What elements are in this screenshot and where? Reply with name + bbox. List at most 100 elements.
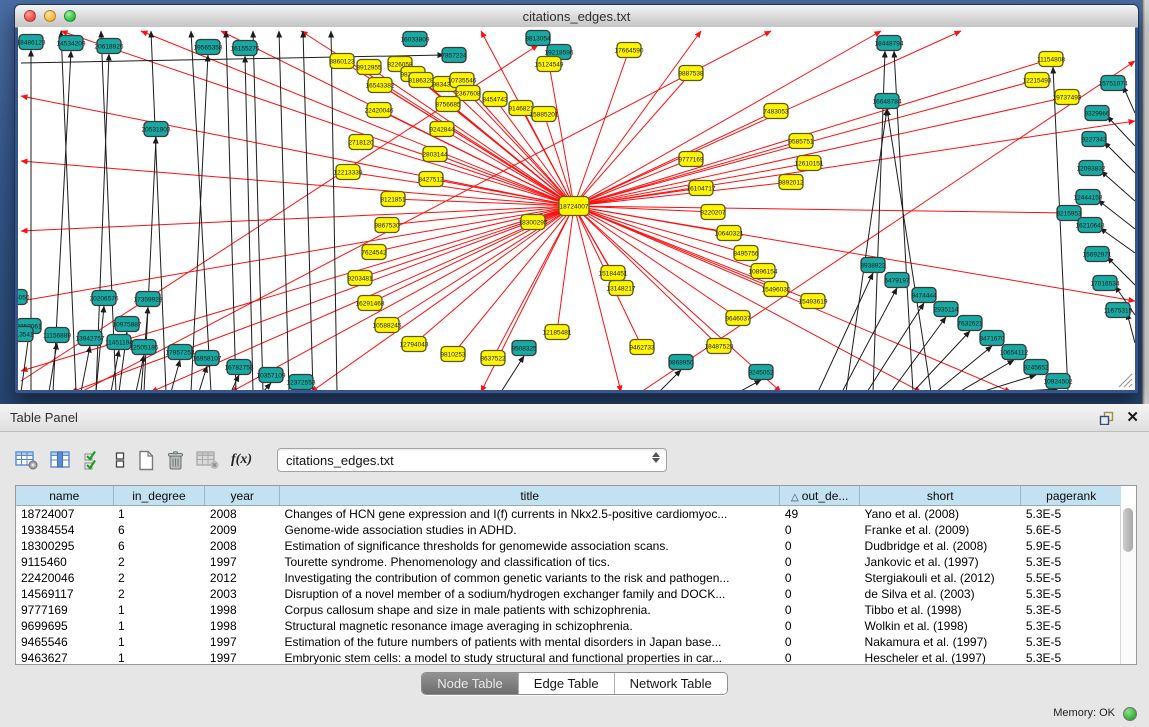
network-node[interactable]: 2803144 bbox=[422, 147, 448, 162]
table-cell[interactable]: 2003 bbox=[205, 586, 280, 602]
tab-edge-table[interactable]: Edge Table bbox=[519, 673, 615, 694]
column-header-name[interactable]: name bbox=[16, 486, 113, 506]
network-node[interactable]: 8938923 bbox=[860, 258, 886, 273]
table-cell[interactable]: Estimation of the future numbers of pati… bbox=[279, 634, 779, 650]
network-node[interactable]: 15496030 bbox=[762, 282, 791, 297]
network-node[interactable]: 9474444 bbox=[911, 288, 937, 303]
table-row[interactable]: 977716911998Corpus callosum shape and si… bbox=[16, 602, 1121, 618]
network-node[interactable]: 9887538 bbox=[678, 66, 704, 81]
table-cell[interactable]: Franke et al. (2009) bbox=[860, 522, 1021, 538]
table-selector-combobox[interactable]: citations_edges.txt bbox=[277, 448, 667, 472]
column-header-year[interactable]: year bbox=[205, 486, 280, 506]
table-cell[interactable]: 18300295 bbox=[16, 538, 113, 554]
network-node[interactable]: 12444158 bbox=[1074, 190, 1103, 205]
new-table-icon[interactable] bbox=[137, 450, 155, 471]
table-row[interactable]: 2242004622012Investigating the contribut… bbox=[16, 570, 1121, 586]
network-node[interactable]: 14534209 bbox=[57, 36, 86, 51]
table-cell[interactable]: 9463627 bbox=[16, 650, 113, 665]
network-node[interactable]: 9892012 bbox=[778, 175, 804, 190]
table-cell[interactable]: 1997 bbox=[205, 554, 280, 570]
network-node[interactable]: 19737493 bbox=[1053, 90, 1082, 105]
network-graph[interactable]: 1848612314534209206189261956535816155275… bbox=[18, 27, 1135, 390]
network-node[interactable]: 18448794 bbox=[875, 36, 904, 51]
network-node[interactable]: 15184451 bbox=[599, 266, 628, 281]
table-cell[interactable]: Investigating the contribution of common… bbox=[279, 570, 779, 586]
column-header-pagerank[interactable]: pagerank bbox=[1021, 486, 1121, 506]
table-cell[interactable]: 2 bbox=[113, 554, 205, 570]
network-node[interactable]: 12505185 bbox=[130, 340, 159, 355]
network-node[interactable]: 11154808 bbox=[1037, 52, 1065, 67]
table-cell[interactable]: 0 bbox=[780, 554, 860, 570]
network-node[interactable]: 15751074 bbox=[1099, 76, 1128, 91]
table-cell[interactable]: 1 bbox=[113, 602, 205, 618]
function-builder-icon[interactable]: f(x) bbox=[231, 452, 252, 468]
minimize-window-button[interactable] bbox=[44, 10, 56, 22]
network-node[interactable]: 22420046 bbox=[365, 103, 394, 118]
table-cell[interactable]: Genome-wide association studies in ADHD. bbox=[279, 522, 779, 538]
table-cell[interactable]: 1 bbox=[113, 506, 205, 523]
table-cell[interactable]: 0 bbox=[780, 538, 860, 554]
network-node[interactable]: 6479197 bbox=[884, 273, 910, 288]
network-node[interactable]: 7857224 bbox=[441, 48, 467, 63]
table-cell[interactable]: 5.6E-5 bbox=[1021, 522, 1121, 538]
table-cell[interactable]: 6 bbox=[113, 522, 205, 538]
network-node[interactable]: 9868950 bbox=[668, 355, 694, 370]
network-node[interactable]: 10896154 bbox=[749, 264, 778, 279]
network-node[interactable]: 8186328 bbox=[408, 73, 434, 88]
network-node[interactable]: 7624542 bbox=[361, 245, 387, 260]
table-cell[interactable]: 0 bbox=[780, 522, 860, 538]
network-node[interactable]: 12372553 bbox=[287, 375, 316, 390]
network-node[interactable]: 16543382 bbox=[366, 78, 395, 93]
table-scrollbar-thumb[interactable] bbox=[1123, 508, 1133, 552]
table-cell[interactable]: 0 bbox=[780, 602, 860, 618]
network-node[interactable]: 3913541 bbox=[18, 327, 34, 342]
table-cell[interactable]: 22420046 bbox=[16, 570, 113, 586]
show-columns-icon[interactable] bbox=[83, 450, 103, 470]
network-node[interactable]: 18486123 bbox=[18, 35, 46, 50]
network-node[interactable]: 17016534 bbox=[1091, 276, 1120, 291]
network-node[interactable]: 9227343 bbox=[1081, 132, 1107, 147]
float-panel-icon[interactable] bbox=[1099, 411, 1114, 425]
table-panel-header[interactable]: Table Panel ✕ bbox=[0, 404, 1149, 432]
network-node[interactable]: 12213339 bbox=[334, 165, 363, 180]
table-cell[interactable]: 1997 bbox=[205, 634, 280, 650]
table-cell[interactable]: 14569117 bbox=[16, 586, 113, 602]
table-cell[interactable]: 2 bbox=[113, 586, 205, 602]
table-cell[interactable]: 5.3E-5 bbox=[1021, 506, 1121, 523]
network-node[interactable]: 15885201 bbox=[530, 107, 559, 122]
table-cell[interactable]: Embryonic stem cells: a model to study s… bbox=[279, 650, 779, 665]
table-cell[interactable]: 0 bbox=[780, 586, 860, 602]
table-cell[interactable]: 5.3E-5 bbox=[1021, 634, 1121, 650]
network-node[interactable]: 18724007 bbox=[559, 197, 589, 216]
table-cell[interactable]: Stergiakouli et al. (2012) bbox=[860, 570, 1021, 586]
network-node[interactable]: 8912955 bbox=[356, 60, 382, 75]
table-cell[interactable]: 0 bbox=[780, 650, 860, 665]
delete-table-icon[interactable] bbox=[166, 450, 185, 471]
table-row[interactable]: 946554611997Estimation of the future num… bbox=[16, 634, 1121, 650]
table-cell[interactable]: 9465546 bbox=[16, 634, 113, 650]
network-node[interactable]: 9508325 bbox=[511, 341, 537, 356]
network-node[interactable]: 20206576 bbox=[90, 291, 119, 306]
network-node[interactable]: 8813054 bbox=[525, 31, 551, 46]
network-node[interactable]: 16648784 bbox=[873, 94, 902, 109]
network-node[interactable]: 8427512 bbox=[418, 172, 444, 187]
table-header-row[interactable]: namein_degreeyeartitle△out_de...shortpag… bbox=[16, 486, 1121, 506]
network-node[interactable]: 10640321 bbox=[715, 226, 744, 241]
network-node[interactable]: 12794043 bbox=[400, 337, 429, 352]
network-node[interactable]: 15124549 bbox=[535, 57, 564, 72]
network-node[interactable]: 8121851 bbox=[380, 192, 406, 207]
table-cell[interactable]: Corpus callosum shape and size in male p… bbox=[279, 602, 779, 618]
network-node[interactable]: 9867530 bbox=[374, 218, 400, 233]
network-node[interactable]: 8215953 bbox=[1056, 206, 1082, 221]
network-node[interactable]: 8454743 bbox=[482, 92, 508, 107]
table-cell[interactable]: Nakamura et al. (1997) bbox=[860, 634, 1021, 650]
table-cell[interactable]: de Silva et al. (2003) bbox=[860, 586, 1021, 602]
network-node[interactable]: 9777169 bbox=[678, 152, 704, 167]
table-cell[interactable]: 0 bbox=[780, 618, 860, 634]
table-cell[interactable]: 0 bbox=[780, 634, 860, 650]
network-node[interactable]: 13148217 bbox=[607, 281, 636, 296]
table-cell[interactable]: 1 bbox=[113, 634, 205, 650]
network-node[interactable]: 9462733 bbox=[629, 340, 655, 355]
network-node[interactable]: 20618926 bbox=[95, 39, 124, 54]
network-node[interactable]: 16033809 bbox=[401, 32, 430, 47]
